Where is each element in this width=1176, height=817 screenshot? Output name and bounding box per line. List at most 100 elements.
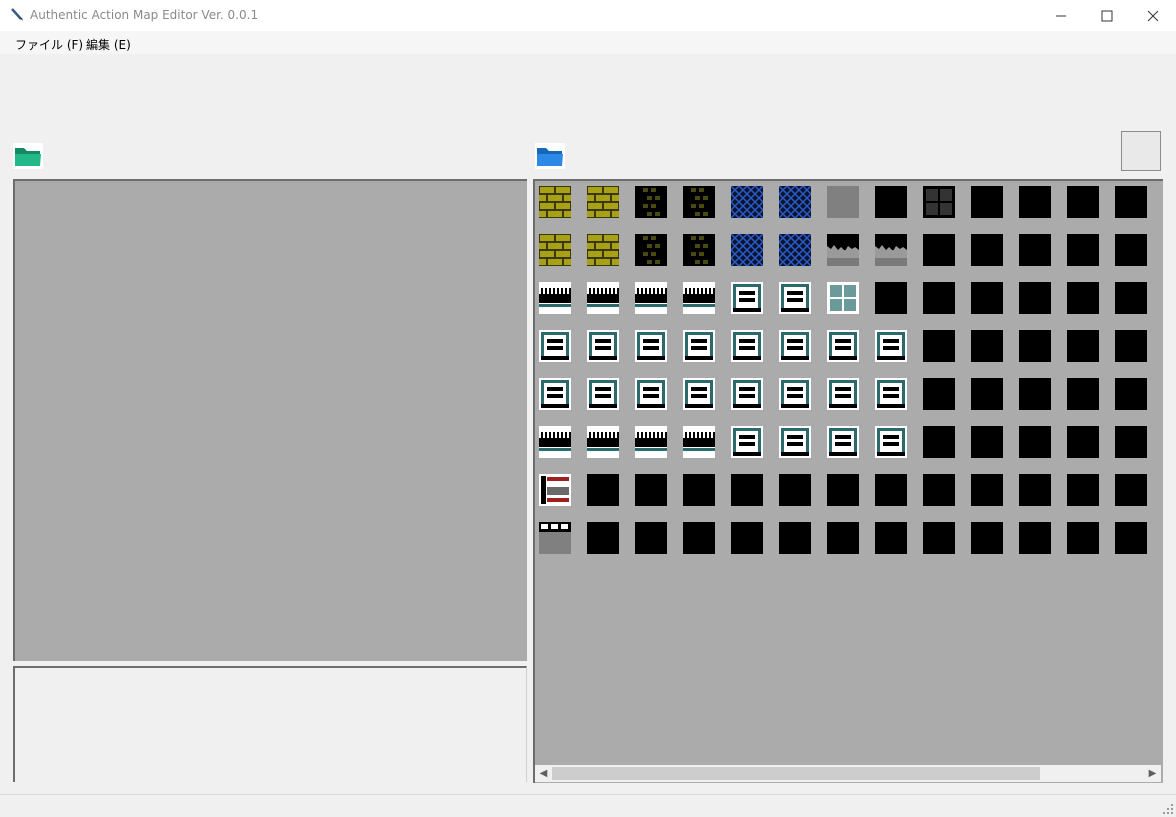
tile-machine[interactable] <box>827 378 859 410</box>
tile-black[interactable] <box>971 426 1003 458</box>
tile-rail[interactable] <box>539 282 571 314</box>
tile-brick[interactable] <box>572 234 642 266</box>
tile-black[interactable] <box>971 522 1003 554</box>
menu-file[interactable]: ファイル (F) <box>15 36 83 53</box>
tile-black[interactable] <box>1067 474 1099 506</box>
tile-black[interactable] <box>1115 474 1147 506</box>
tile-rail[interactable] <box>587 426 619 458</box>
tile-brick-dark[interactable] <box>635 234 667 266</box>
tile-machine[interactable] <box>875 330 907 362</box>
tile-machine[interactable] <box>539 330 571 362</box>
tile-brick[interactable] <box>572 186 642 218</box>
tile-black-grid[interactable] <box>923 186 955 218</box>
tile-black[interactable] <box>1067 378 1099 410</box>
scroll-thumb[interactable] <box>552 767 1040 780</box>
tile-ledge[interactable] <box>539 522 571 554</box>
tile-black[interactable] <box>1115 426 1147 458</box>
tile-black[interactable] <box>971 378 1003 410</box>
tile-machine[interactable] <box>779 330 811 362</box>
tile-machine[interactable] <box>683 330 715 362</box>
tile-black[interactable] <box>875 522 907 554</box>
tile-door[interactable] <box>539 474 571 506</box>
maximize-button[interactable] <box>1084 0 1130 31</box>
tile-rail[interactable] <box>587 282 619 314</box>
tile-black[interactable] <box>923 234 955 266</box>
tile-machine[interactable] <box>827 426 859 458</box>
tile-black[interactable] <box>827 474 859 506</box>
tile-machine[interactable] <box>875 426 907 458</box>
tile-black[interactable] <box>587 522 619 554</box>
tile-machine[interactable] <box>779 282 811 314</box>
tile-black[interactable] <box>731 474 763 506</box>
tile-brick-dark[interactable] <box>683 234 715 266</box>
tile-black[interactable] <box>923 426 955 458</box>
tile-machine[interactable] <box>635 378 667 410</box>
tile-mesh[interactable] <box>698 233 788 267</box>
scroll-left-arrow-icon[interactable]: ◀ <box>535 765 552 782</box>
tile-black[interactable] <box>731 522 763 554</box>
tile-machine[interactable] <box>731 426 763 458</box>
tile-mesh[interactable] <box>746 233 836 267</box>
tile-black[interactable] <box>827 522 859 554</box>
tile-machine[interactable] <box>635 330 667 362</box>
tile-mesh[interactable] <box>698 185 788 219</box>
minimize-button[interactable] <box>1038 0 1084 31</box>
tile-brick[interactable] <box>535 234 594 266</box>
tile-machine[interactable] <box>587 330 619 362</box>
tile-mesh[interactable] <box>746 185 836 219</box>
tile-machine[interactable] <box>539 378 571 410</box>
tile-black[interactable] <box>779 474 811 506</box>
tile-black[interactable] <box>971 474 1003 506</box>
tile-black[interactable] <box>635 522 667 554</box>
tile-black[interactable] <box>875 282 907 314</box>
tile-rail[interactable] <box>683 426 715 458</box>
tile-black[interactable] <box>971 282 1003 314</box>
tile-black[interactable] <box>1019 186 1051 218</box>
tile-black[interactable] <box>971 186 1003 218</box>
tileset-panel[interactable] <box>533 179 1163 783</box>
tile-black[interactable] <box>1067 522 1099 554</box>
tile-black[interactable] <box>779 522 811 554</box>
tile-machine[interactable] <box>875 378 907 410</box>
tile-black[interactable] <box>923 474 955 506</box>
tile-black[interactable] <box>1019 474 1051 506</box>
tile-black[interactable] <box>1019 426 1051 458</box>
tile-black[interactable] <box>1019 522 1051 554</box>
tile-machine[interactable] <box>731 378 763 410</box>
tile-machine[interactable] <box>779 378 811 410</box>
tile-black[interactable] <box>1115 282 1147 314</box>
tile-black[interactable] <box>1115 522 1147 554</box>
tile-rail[interactable] <box>635 282 667 314</box>
tile-black[interactable] <box>1115 186 1147 218</box>
open-map-button[interactable] <box>13 143 43 169</box>
tile-black[interactable] <box>923 282 955 314</box>
tile-black[interactable] <box>923 330 955 362</box>
map-canvas[interactable] <box>13 179 527 661</box>
tile-black[interactable] <box>683 522 715 554</box>
tile-rubble[interactable] <box>827 234 859 266</box>
close-button[interactable] <box>1130 0 1176 31</box>
tile-black[interactable] <box>635 474 667 506</box>
menu-edit[interactable]: 編集 (E) <box>86 36 131 53</box>
tile-rail[interactable] <box>683 282 715 314</box>
tile-brick-dark[interactable] <box>635 186 667 218</box>
tile-black[interactable] <box>683 474 715 506</box>
tileset-horizontal-scrollbar[interactable]: ◀ ▶ <box>535 765 1161 782</box>
tile-gray[interactable] <box>827 186 859 218</box>
tile-black[interactable] <box>1019 330 1051 362</box>
tile-window[interactable] <box>827 282 859 314</box>
tile-black[interactable] <box>1067 330 1099 362</box>
tile-machine[interactable] <box>731 282 763 314</box>
tile-brick[interactable] <box>535 186 594 218</box>
tile-black[interactable] <box>1115 234 1147 266</box>
tile-rubble[interactable] <box>875 234 907 266</box>
tile-brick-dark[interactable] <box>683 186 715 218</box>
tile-machine[interactable] <box>779 426 811 458</box>
tile-machine[interactable] <box>731 330 763 362</box>
open-tileset-button[interactable] <box>535 143 565 169</box>
tile-rail[interactable] <box>635 426 667 458</box>
tile-black[interactable] <box>875 474 907 506</box>
tile-machine[interactable] <box>827 330 859 362</box>
tile-black[interactable] <box>1019 234 1051 266</box>
tile-machine[interactable] <box>683 378 715 410</box>
